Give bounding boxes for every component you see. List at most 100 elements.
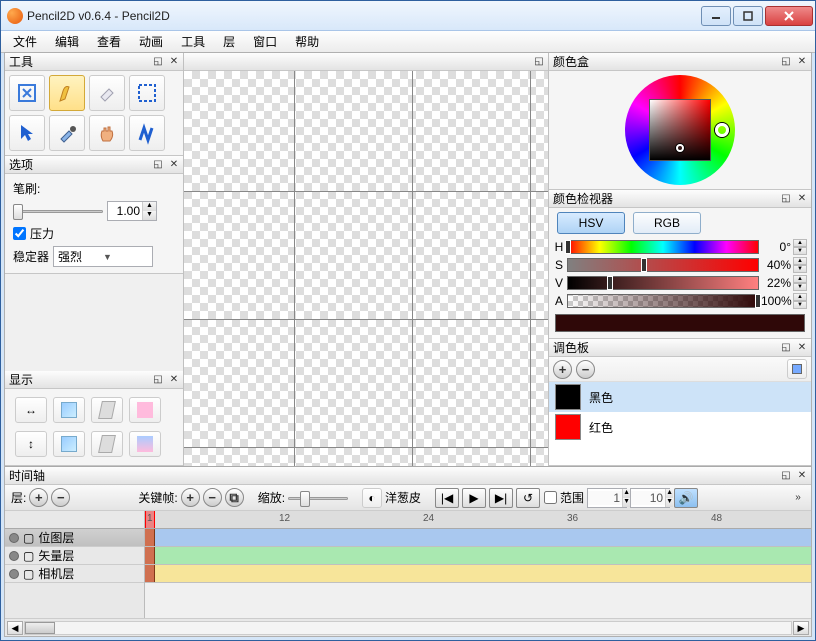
menu-file[interactable]: 文件 [5,31,45,52]
spin-down-icon[interactable]: ▼ [793,265,807,273]
close-icon[interactable]: ✕ [795,341,809,355]
remove-keyframe-button[interactable]: − [203,488,222,507]
menu-layer[interactable]: 层 [215,31,243,52]
color-square[interactable] [649,99,711,161]
s-slider[interactable] [567,258,759,272]
scroll-left-icon[interactable]: ◀ [7,621,23,635]
menu-window[interactable]: 窗口 [245,31,285,52]
scroll-thumb[interactable] [25,622,55,634]
eraser-tool[interactable] [89,75,125,111]
layer-visible-icon[interactable] [9,533,19,543]
goto-end-button[interactable]: ▶| [489,488,513,508]
hue-cursor[interactable] [715,123,729,137]
timeline-track[interactable] [145,565,811,583]
layer-visible-icon[interactable] [9,569,19,579]
display-opt2-button[interactable] [53,397,85,423]
undock-icon[interactable]: ◱ [151,55,165,69]
close-icon[interactable]: ✕ [167,55,181,69]
add-layer-button[interactable]: + [29,488,48,507]
spin-up-icon[interactable]: ▲ [793,257,807,265]
display-opt6-button[interactable] [53,431,85,457]
minimize-button[interactable] [701,6,731,26]
mirror-h-button[interactable]: ↔ [15,397,47,423]
dup-keyframe-button[interactable]: ⧉ [225,488,244,507]
spin-down-icon[interactable]: ▼ [793,301,807,309]
spin-up-icon[interactable]: ▲ [142,202,156,211]
move-tool[interactable] [9,115,45,151]
sound-button[interactable]: 🔊 [674,488,698,508]
loop-button[interactable]: ↺ [516,488,540,508]
menu-animation[interactable]: 动画 [131,31,171,52]
pencil-tool[interactable] [49,75,85,111]
onion-skin-button[interactable]: ◐ [362,488,382,508]
remove-color-button[interactable]: − [576,360,595,379]
clear-tool[interactable] [9,75,45,111]
timeline-zoom-slider[interactable] [288,490,348,506]
pressure-checkbox[interactable] [13,227,26,240]
spin-down-icon[interactable]: ▼ [793,247,807,255]
layer-row[interactable]: ▢ 矢量层 [5,547,144,565]
keyframe[interactable] [145,547,155,564]
undock-icon[interactable]: ◱ [779,55,793,69]
remove-layer-button[interactable]: − [51,488,70,507]
maximize-button[interactable] [733,6,763,26]
undock-icon[interactable]: ◱ [151,158,165,172]
layer-row[interactable]: ▢ 相机层 [5,565,144,583]
close-icon[interactable]: ✕ [167,158,181,172]
spin-up-icon[interactable]: ▲ [793,293,807,301]
undock-icon[interactable]: ◱ [779,341,793,355]
hand-tool[interactable] [89,115,125,151]
spin-up-icon[interactable]: ▲ [793,275,807,283]
timeline-ruler[interactable]: 112243648 [145,511,811,529]
mirror-v-button[interactable]: ↕ [15,431,47,457]
timeline-scrollbar[interactable]: ◀ ▶ [5,618,811,636]
add-color-button[interactable]: + [553,360,572,379]
color-wheel[interactable] [625,75,735,185]
keyframe[interactable] [145,529,155,546]
display-opt8-button[interactable] [129,431,161,457]
a-slider[interactable] [567,294,759,308]
layer-row[interactable]: ▢ 位图层 [5,529,144,547]
rgb-tab[interactable]: RGB [633,212,701,234]
spin-up-icon[interactable]: ▲ [793,239,807,247]
v-slider[interactable] [567,276,759,290]
timeline-track[interactable] [145,529,811,547]
close-icon[interactable]: ✕ [795,55,809,69]
goto-start-button[interactable]: |◀ [435,488,459,508]
palette-item[interactable]: 红色 [549,412,811,442]
add-keyframe-button[interactable]: + [181,488,200,507]
brush-size-slider[interactable] [13,203,103,219]
spin-down-icon[interactable]: ▼ [142,211,156,220]
menu-view[interactable]: 查看 [89,31,129,52]
close-button[interactable] [765,6,813,26]
eyedropper-tool[interactable] [49,115,85,151]
undock-icon[interactable]: ◱ [779,469,793,483]
stabilizer-combo[interactable]: 强烈 ▼ [53,246,153,267]
hsv-tab[interactable]: HSV [557,212,625,234]
range-checkbox[interactable] [544,491,557,504]
more-icon[interactable]: » [791,491,805,505]
display-opt4-button[interactable] [129,397,161,423]
close-icon[interactable]: ✕ [167,373,181,387]
spin-down-icon[interactable]: ▼ [793,283,807,291]
select-tool[interactable] [129,75,165,111]
timeline-track[interactable] [145,547,811,565]
close-icon[interactable]: ✕ [795,192,809,206]
h-slider[interactable] [567,240,759,254]
display-opt3-button[interactable] [91,397,123,423]
brush-size-input[interactable] [108,204,142,218]
menu-edit[interactable]: 编辑 [47,31,87,52]
palette-item[interactable]: 黑色 [549,382,811,412]
brush-size-spinner[interactable]: ▲▼ [107,201,157,221]
range-start-input[interactable] [588,491,622,505]
display-opt7-button[interactable] [91,431,123,457]
play-button[interactable]: ▶ [462,488,486,508]
menu-tools[interactable]: 工具 [173,31,213,52]
undock-icon[interactable]: ◱ [532,55,546,69]
layer-visible-icon[interactable] [9,551,19,561]
undock-icon[interactable]: ◱ [151,373,165,387]
keyframe[interactable] [145,565,155,582]
close-icon[interactable]: ✕ [795,469,809,483]
menu-help[interactable]: 帮助 [287,31,327,52]
range-end-input[interactable] [631,491,665,505]
